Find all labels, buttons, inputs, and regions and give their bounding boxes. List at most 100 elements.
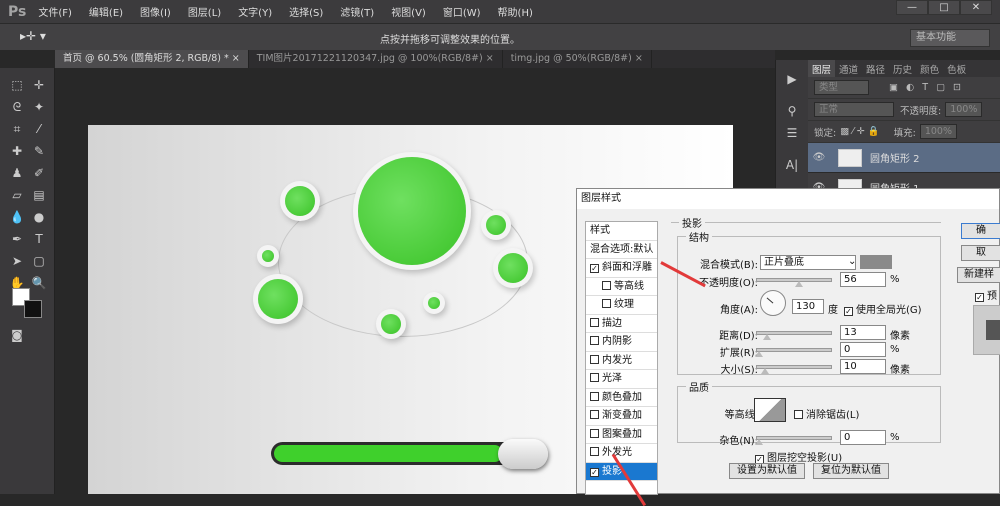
menu-select[interactable]: 选择(S) [289, 4, 323, 19]
crop-tool-icon[interactable]: ⌗ [8, 120, 26, 138]
brush-icon[interactable]: ✎ [30, 142, 48, 160]
gradient-icon[interactable]: ▤ [30, 186, 48, 204]
style-item[interactable]: 图案叠加 [586, 426, 657, 444]
tab-layers[interactable]: 图层 [808, 60, 836, 77]
new-style-button[interactable]: 新建样 [957, 267, 1000, 283]
menu-window[interactable]: 窗口(W) [443, 4, 481, 19]
set-default-button[interactable]: 设置为默认值 [729, 463, 805, 479]
opacity-field[interactable]: 100% [945, 102, 983, 117]
tab-color[interactable]: 颜色 [916, 60, 943, 77]
spread-slider[interactable] [755, 348, 832, 357]
style-checkbox[interactable] [602, 280, 611, 290]
lasso-tool-icon[interactable]: ᘓ [8, 98, 26, 116]
style-checkbox[interactable] [590, 354, 599, 364]
styles-header[interactable]: 样式 [586, 222, 657, 241]
healing-icon[interactable]: ✚ [8, 142, 26, 160]
tab-tim[interactable]: TIM图片20171221120347.jpg @ 100%(RGB/8#) × [249, 50, 503, 68]
style-item[interactable]: 外发光 [586, 444, 657, 463]
size-field[interactable]: 10 [840, 359, 886, 374]
style-item[interactable]: 内发光 [586, 352, 657, 370]
fill-field[interactable]: 100% [919, 124, 957, 139]
menu-edit[interactable]: 编辑(E) [89, 4, 123, 19]
style-item[interactable]: 光泽 [586, 370, 657, 389]
workspace-select[interactable]: 基本功能 [910, 29, 990, 47]
angle-field[interactable]: 130 [792, 299, 824, 314]
style-item[interactable]: 纹理 [586, 296, 657, 315]
spread-field[interactable]: 0 [840, 342, 886, 357]
contour-picker[interactable] [754, 398, 786, 422]
tab-paths[interactable]: 路径 [862, 60, 889, 77]
menu-help[interactable]: 帮助(H) [498, 4, 533, 19]
brush-preset-icon[interactable]: ⚲ [783, 102, 801, 120]
magic-wand-icon[interactable]: ✦ [30, 98, 48, 116]
style-checkbox[interactable] [590, 317, 599, 327]
tab-swatches[interactable]: 色板 [943, 60, 970, 77]
blur-icon[interactable]: 💧 [8, 208, 26, 226]
minimize-button[interactable]: — [896, 0, 928, 15]
style-checkbox[interactable] [590, 428, 599, 438]
preview-checkbox[interactable]: ✓ 预 [975, 287, 997, 302]
layer-row[interactable]: 👁 圆角矩形 2 [808, 143, 1000, 173]
play-icon[interactable]: ▶ [783, 70, 801, 88]
eyedropper-icon[interactable]: ⁄ [30, 120, 48, 138]
close-tab-icon[interactable]: × [486, 53, 494, 64]
opacity-field[interactable]: 56 [840, 272, 886, 287]
style-checkbox[interactable] [590, 336, 599, 345]
zoom-icon[interactable]: 🔍 [30, 274, 48, 292]
global-light-checkbox[interactable]: ✓ 使用全局光(G) [844, 301, 922, 316]
style-item[interactable]: 等高线 [586, 278, 657, 296]
style-item[interactable]: ✓ 斜面和浮雕 [586, 259, 657, 278]
type-icon[interactable]: T [30, 230, 48, 248]
opacity-slider[interactable] [756, 278, 832, 287]
background-color[interactable] [24, 300, 42, 318]
noise-field[interactable]: 0 [840, 430, 886, 445]
style-checkbox[interactable] [590, 391, 599, 401]
size-slider[interactable] [756, 365, 832, 374]
distance-field[interactable]: 13 [840, 325, 886, 340]
path-select-icon[interactable]: ➤ [8, 252, 26, 270]
reset-default-button[interactable]: 复位为默认值 [813, 463, 889, 479]
style-item[interactable]: 描边 [586, 315, 657, 333]
style-checkbox[interactable]: ✓ [590, 264, 599, 273]
style-checkbox[interactable] [590, 410, 599, 419]
menu-file[interactable]: 文件(F) [38, 4, 72, 19]
shadow-color-swatch[interactable] [860, 255, 892, 269]
tab-history[interactable]: 历史 [889, 60, 916, 77]
move-tool-icon[interactable]: ▸✛ ▾ [20, 29, 46, 43]
style-checkbox[interactable] [590, 447, 599, 456]
pen-icon[interactable]: ✒ [8, 230, 26, 248]
blend-mode-select[interactable]: 正常 [814, 102, 894, 117]
eye-icon[interactable]: 👁 [808, 152, 830, 163]
menu-image[interactable]: 图像(I) [140, 4, 171, 19]
character-icon[interactable]: A| [783, 156, 801, 174]
close-button[interactable]: ✕ [960, 0, 992, 15]
marquee-tool-icon[interactable]: ⬚ [8, 76, 26, 94]
move-tool-icon[interactable]: ✛ [30, 76, 48, 94]
cancel-button[interactable]: 取 [961, 245, 1000, 261]
stamp-icon[interactable]: ♟ [8, 164, 26, 182]
tab-timg[interactable]: timg.jpg @ 50%(RGB/8#) × [503, 50, 652, 68]
distance-slider[interactable] [756, 331, 832, 340]
menu-layer[interactable]: 图层(L) [188, 4, 221, 19]
ok-button[interactable]: 确 [961, 223, 1000, 239]
style-checkbox[interactable] [590, 373, 599, 382]
tab-home[interactable]: 首页 @ 60.5% (圆角矩形 2, RGB/8) * × [55, 50, 249, 68]
antialias-checkbox[interactable]: 消除锯齿(L) [794, 406, 859, 421]
style-item[interactable]: 内阴影 [586, 333, 657, 352]
blend-mode-select[interactable]: 正片叠底 [760, 255, 856, 270]
eraser-icon[interactable]: ▱ [8, 186, 26, 204]
shape-icon[interactable]: ▢ [30, 252, 48, 270]
lock-icons[interactable]: ▩ ⁄ ✛ 🔒 [840, 126, 879, 137]
dodge-icon[interactable]: ● [30, 208, 48, 226]
tab-channels[interactable]: 通道 [835, 60, 862, 77]
angle-dial[interactable] [760, 290, 786, 316]
filter-icons[interactable]: ▣◐T▢⊡ [889, 82, 969, 93]
history-brush-icon[interactable]: ✐ [30, 164, 48, 182]
style-checkbox[interactable] [602, 299, 611, 308]
menu-view[interactable]: 视图(V) [391, 4, 426, 19]
style-item[interactable]: 颜色叠加 [586, 389, 657, 407]
blend-options-item[interactable]: 混合选项:默认 [586, 241, 657, 259]
maximize-button[interactable]: □ [928, 0, 960, 15]
style-checkbox[interactable]: ✓ [590, 467, 599, 477]
menu-type[interactable]: 文字(Y) [238, 4, 272, 19]
